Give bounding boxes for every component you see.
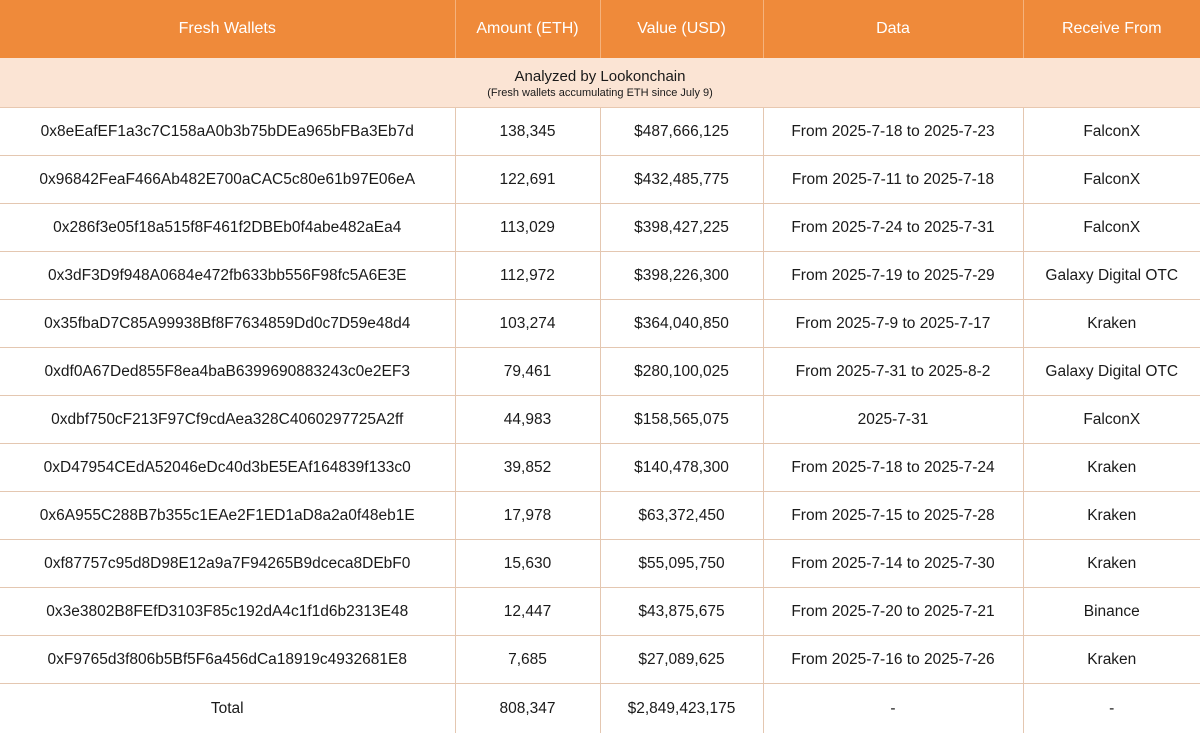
receive-from-cell: FalconX xyxy=(1023,395,1200,444)
receive-from-cell: Galaxy Digital OTC xyxy=(1023,251,1200,300)
date-range-cell: From 2025-7-16 to 2025-7-26 xyxy=(763,635,1024,684)
receive-from-cell: Kraken xyxy=(1023,635,1200,684)
banner-title: Analyzed by Lookonchain xyxy=(514,67,686,85)
table-header-row: Fresh Wallets Amount (ETH) Value (USD) D… xyxy=(0,0,1200,58)
table-row: 0x35fbaD7C85A99938Bf8F7634859Dd0c7D59e48… xyxy=(0,299,1200,348)
amount-eth-cell: 103,274 xyxy=(455,299,601,348)
total-row: Total 808,347 $2,849,423,175- - xyxy=(0,683,1200,733)
date-range-cell: From 2025-7-11 to 2025-7-18 xyxy=(763,155,1024,204)
receive-from-cell: Kraken xyxy=(1023,299,1200,348)
receive-from-cell: FalconX xyxy=(1023,107,1200,156)
value-usd-cell: $398,226,300 xyxy=(600,251,764,300)
receive-from-cell: Kraken xyxy=(1023,443,1200,492)
amount-eth-cell: 39,852 xyxy=(455,443,601,492)
receive-from-cell: FalconX xyxy=(1023,155,1200,204)
receive-from-cell: Binance xyxy=(1023,587,1200,636)
value-usd-cell: $364,040,850 xyxy=(600,299,764,348)
table-row: 0xD47954CEdA52046eDc40d3bE5EAf164839f133… xyxy=(0,443,1200,492)
wallet-address-cell: 0x286f3e05f18a515f8F461f2DBEb0f4abe482aE… xyxy=(0,203,456,252)
value-usd-cell: $398,427,225 xyxy=(600,203,764,252)
value-usd-cell: $27,089,625 xyxy=(600,635,764,684)
fresh-wallets-table: Fresh Wallets Amount (ETH) Value (USD) D… xyxy=(0,0,1200,733)
value-usd-cell: $280,100,025 xyxy=(600,347,764,396)
table-row: 0x286f3e05f18a515f8F461f2DBEb0f4abe482aE… xyxy=(0,203,1200,252)
date-range-cell: From 2025-7-9 to 2025-7-17 xyxy=(763,299,1024,348)
receive-from-cell: Kraken xyxy=(1023,491,1200,540)
date-range-cell: 2025-7-31 xyxy=(763,395,1024,444)
amount-eth-cell: 113,029 xyxy=(455,203,601,252)
table-row: 0x8eEafEF1a3c7C158aA0b3b75bDEa965bFBa3Eb… xyxy=(0,107,1200,156)
receive-from-cell: Galaxy Digital OTC xyxy=(1023,347,1200,396)
total-amount-cell: 808,347 xyxy=(455,683,601,733)
wallet-address-cell: 0x96842FeaF466Ab482E700aCAC5c80e61b97E06… xyxy=(0,155,456,204)
table-row: 0x3dF3D9f948A0684e472fb633bb556F98fc5A6E… xyxy=(0,251,1200,300)
table-row: 0xdbf750cF213F97Cf9cdAea328C4060297725A2… xyxy=(0,395,1200,444)
column-header-value-usd: Value (USD) xyxy=(600,0,764,58)
column-header-amount-eth: Amount (ETH) xyxy=(455,0,601,58)
date-range-cell: From 2025-7-20 to 2025-7-21 xyxy=(763,587,1024,636)
receive-from-cell: Kraken xyxy=(1023,539,1200,588)
column-header-receive-from: Receive From xyxy=(1023,0,1200,58)
amount-eth-cell: 44,983 xyxy=(455,395,601,444)
amount-eth-cell: 17,978 xyxy=(455,491,601,540)
wallet-address-cell: 0x8eEafEF1a3c7C158aA0b3b75bDEa965bFBa3Eb… xyxy=(0,107,456,156)
banner-cell: Analyzed by Lookonchain (Fresh wallets a… xyxy=(0,58,1200,108)
wallet-address-cell: 0xdf0A67Ded855F8ea4baB6399690883243c0e2E… xyxy=(0,347,456,396)
wallet-address-cell: 0xF9765d3f806b5Bf5F6a456dCa18919c4932681… xyxy=(0,635,456,684)
table-row: 0x6A955C288B7b355c1EAe2F1ED1aD8a2a0f48eb… xyxy=(0,491,1200,540)
banner-subtitle: (Fresh wallets accumulating ETH since Ju… xyxy=(487,86,713,99)
date-range-cell: From 2025-7-24 to 2025-7-31 xyxy=(763,203,1024,252)
amount-eth-cell: 7,685 xyxy=(455,635,601,684)
total-value-cell: $2,849,423,175 xyxy=(600,683,764,733)
value-usd-cell: $432,485,775 xyxy=(600,155,764,204)
wallet-address-cell: 0x6A955C288B7b355c1EAe2F1ED1aD8a2a0f48eb… xyxy=(0,491,456,540)
table-row: 0x96842FeaF466Ab482E700aCAC5c80e61b97E06… xyxy=(0,155,1200,204)
amount-eth-cell: 112,972 xyxy=(455,251,601,300)
date-range-cell: From 2025-7-18 to 2025-7-24 xyxy=(763,443,1024,492)
amount-eth-cell: 12,447 xyxy=(455,587,601,636)
date-range-cell: From 2025-7-15 to 2025-7-28 xyxy=(763,491,1024,540)
date-range-cell: From 2025-7-19 to 2025-7-29 xyxy=(763,251,1024,300)
date-range-cell: From 2025-7-14 to 2025-7-30 xyxy=(763,539,1024,588)
wallet-address-cell: 0x3dF3D9f948A0684e472fb633bb556F98fc5A6E… xyxy=(0,251,456,300)
amount-eth-cell: 138,345 xyxy=(455,107,601,156)
table-row: 0xf87757c95d8D98E12a9a7F94265B9dceca8DEb… xyxy=(0,539,1200,588)
value-usd-cell: $55,095,750 xyxy=(600,539,764,588)
total-date-cell: - xyxy=(763,683,1024,733)
total-from-cell: - xyxy=(1109,699,1115,717)
amount-eth-cell: 79,461 xyxy=(455,347,601,396)
value-usd-cell: $63,372,450 xyxy=(600,491,764,540)
table-row: 0xdf0A67Ded855F8ea4baB6399690883243c0e2E… xyxy=(0,347,1200,396)
wallet-address-cell: 0xf87757c95d8D98E12a9a7F94265B9dceca8DEb… xyxy=(0,539,456,588)
date-range-cell: From 2025-7-18 to 2025-7-23 xyxy=(763,107,1024,156)
receive-from-cell: FalconX xyxy=(1023,203,1200,252)
wallet-address-cell: 0x35fbaD7C85A99938Bf8F7634859Dd0c7D59e48… xyxy=(0,299,456,348)
date-range-cell: From 2025-7-31 to 2025-8-2 xyxy=(763,347,1024,396)
amount-eth-cell: 15,630 xyxy=(455,539,601,588)
total-label-cell: Total xyxy=(0,683,456,733)
column-header-fresh-wallets: Fresh Wallets xyxy=(0,0,456,58)
wallet-address-cell: 0xdbf750cF213F97Cf9cdAea328C4060297725A2… xyxy=(0,395,456,444)
amount-eth-cell: 122,691 xyxy=(455,155,601,204)
table-row: 0xF9765d3f806b5Bf5F6a456dCa18919c4932681… xyxy=(0,635,1200,684)
value-usd-cell: $140,478,300 xyxy=(600,443,764,492)
table-row: 0x3e3802B8FEfD3103F85c192dA4c1f1d6b2313E… xyxy=(0,587,1200,636)
value-usd-cell: $487,666,125 xyxy=(600,107,764,156)
wallet-address-cell: 0x3e3802B8FEfD3103F85c192dA4c1f1d6b2313E… xyxy=(0,587,456,636)
column-header-data: Data xyxy=(763,0,1024,58)
value-usd-cell: $158,565,075 xyxy=(600,395,764,444)
banner-row: Analyzed by Lookonchain (Fresh wallets a… xyxy=(0,58,1200,108)
value-usd-cell: $43,875,675 xyxy=(600,587,764,636)
wallet-address-cell: 0xD47954CEdA52046eDc40d3bE5EAf164839f133… xyxy=(0,443,456,492)
